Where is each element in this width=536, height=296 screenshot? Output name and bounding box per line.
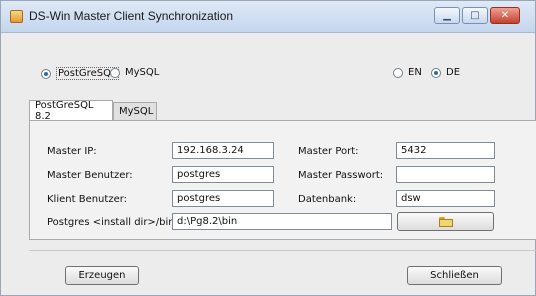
master-user-input[interactable]: postgres bbox=[172, 166, 274, 183]
master-ip-label: Master IP: bbox=[47, 146, 97, 157]
radio-de[interactable]: DE bbox=[431, 67, 460, 78]
radio-mysql[interactable]: MySQL bbox=[110, 67, 159, 78]
radio-de-label: DE bbox=[446, 67, 461, 78]
tab-postgresql[interactable]: PostGreSQL 8.2 bbox=[29, 100, 113, 122]
radio-en-dot[interactable] bbox=[393, 67, 403, 78]
client-user-label: Klient Benutzer: bbox=[47, 194, 128, 205]
generate-button[interactable]: Erzeugen bbox=[65, 266, 139, 285]
tab-mysql[interactable]: MySQL bbox=[113, 102, 157, 120]
master-port-label: Master Port: bbox=[298, 146, 359, 157]
radio-en-label: EN bbox=[408, 67, 422, 78]
title-bar: DS-Win Master Client Synchronization ▁ □… bbox=[1, 1, 535, 33]
folder-open-icon bbox=[438, 216, 453, 227]
maximize-icon: □ bbox=[470, 10, 480, 21]
master-port-input[interactable]: 5432 bbox=[396, 142, 495, 159]
master-password-label: Master Passwort: bbox=[298, 170, 384, 181]
radio-mysql-dot[interactable] bbox=[110, 67, 120, 78]
app-window: DS-Win Master Client Synchronization ▁ □… bbox=[0, 0, 536, 296]
master-password-input[interactable] bbox=[396, 166, 495, 183]
install-dir-input[interactable]: d:\Pg8.2\bin bbox=[172, 213, 392, 230]
app-icon bbox=[10, 10, 23, 23]
close-button[interactable]: Schließen bbox=[407, 266, 502, 285]
client-user-input[interactable]: postgres bbox=[172, 190, 274, 207]
radio-mysql-label: MySQL bbox=[125, 67, 160, 78]
database-label: Datenbank: bbox=[298, 194, 357, 205]
radio-postgresql-dot[interactable] bbox=[41, 68, 51, 79]
master-user-label: Master Benutzer: bbox=[47, 170, 133, 181]
maximize-button[interactable]: □ bbox=[462, 7, 488, 24]
radio-postgresql[interactable]: PostGreSQL bbox=[41, 67, 119, 80]
master-ip-input[interactable]: 192.168.3.24 bbox=[172, 142, 274, 159]
install-dir-label: Postgres <install dir>/bin: bbox=[47, 217, 179, 228]
close-icon: ✕ bbox=[500, 10, 510, 21]
footer-divider bbox=[29, 250, 536, 251]
radio-en[interactable]: EN bbox=[393, 67, 422, 78]
database-input[interactable]: dsw bbox=[396, 190, 495, 207]
radio-de-dot[interactable] bbox=[431, 67, 441, 78]
browse-button[interactable] bbox=[397, 212, 494, 231]
minimize-icon: ▁ bbox=[443, 10, 451, 21]
close-window-button[interactable]: ✕ bbox=[490, 7, 520, 24]
minimize-button[interactable]: ▁ bbox=[434, 7, 460, 24]
window-title: DS-Win Master Client Synchronization bbox=[29, 9, 234, 23]
